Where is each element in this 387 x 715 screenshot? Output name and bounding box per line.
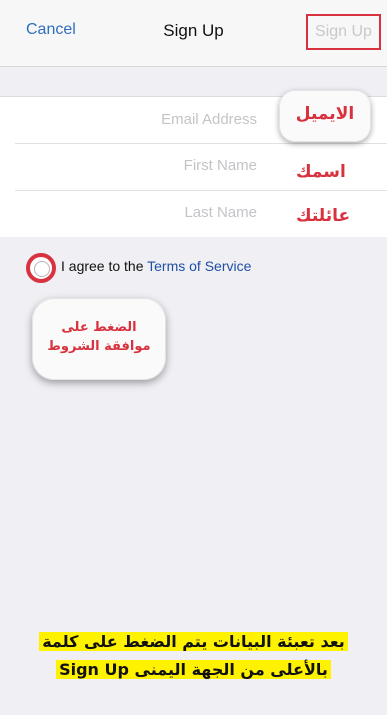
email-annotation-bubble: الايميل: [279, 90, 371, 142]
first-name-placeholder: First Name: [183, 157, 257, 174]
caption-line-2: Sign Up بالأعلى من الجهة اليمنى: [56, 660, 331, 679]
instruction-caption: بعد تعبئة البيانات يتم الضغط على كلمة Si…: [0, 628, 387, 684]
last-name-placeholder: Last Name: [184, 204, 257, 221]
navigation-bar: Cancel Sign Up Sign Up: [0, 0, 387, 67]
terms-of-service-link[interactable]: Terms of Service: [147, 258, 251, 274]
agree-radio-button[interactable]: [26, 253, 56, 283]
last-name-annotation-label: عائلتك: [296, 206, 351, 226]
sign-up-button[interactable]: Sign Up: [306, 14, 381, 50]
terms-agreement-text: I agree to the Terms of Service: [61, 258, 251, 274]
caption-line-1: بعد تعبئة البيانات يتم الضغط على كلمة: [39, 632, 348, 651]
terms-prefix: I agree to the: [61, 258, 148, 274]
agree-annotation-label: الضغط على موافقة الشروط: [47, 320, 151, 354]
first-name-annotation-label: اسمك: [296, 162, 346, 182]
email-placeholder: Email Address: [161, 111, 257, 128]
agree-annotation-bubble: الضغط على موافقة الشروط: [32, 298, 166, 380]
email-annotation-label: الايميل: [295, 104, 355, 124]
